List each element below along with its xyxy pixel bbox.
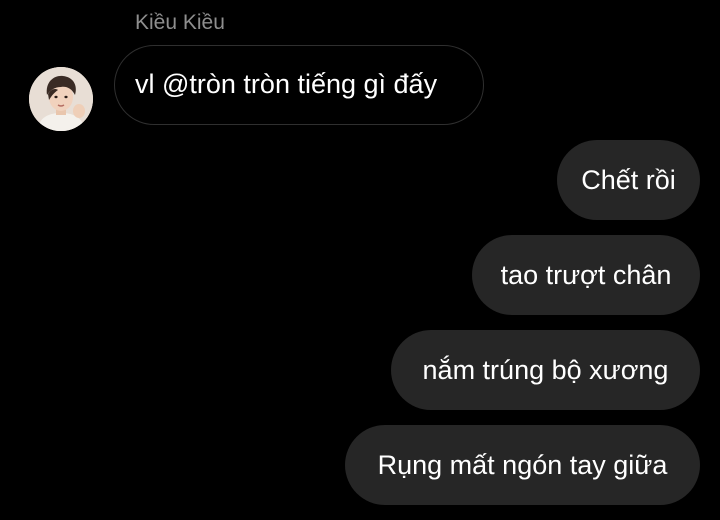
- incoming-message-bubble[interactable]: vl @tròn tròn tiếng gì đấy: [114, 45, 484, 125]
- outgoing-message-bubble[interactable]: Rụng mất ngón tay giữa: [345, 425, 700, 505]
- profile-photo-icon: [29, 67, 93, 131]
- sender-name: Kiều Kiều: [135, 11, 225, 34]
- avatar[interactable]: [29, 67, 93, 131]
- outgoing-message-bubble[interactable]: nắm trúng bộ xương: [391, 330, 700, 410]
- outgoing-message-bubble[interactable]: Chết rồi: [557, 140, 700, 220]
- outgoing-message-bubble[interactable]: tao trượt chân: [472, 235, 700, 315]
